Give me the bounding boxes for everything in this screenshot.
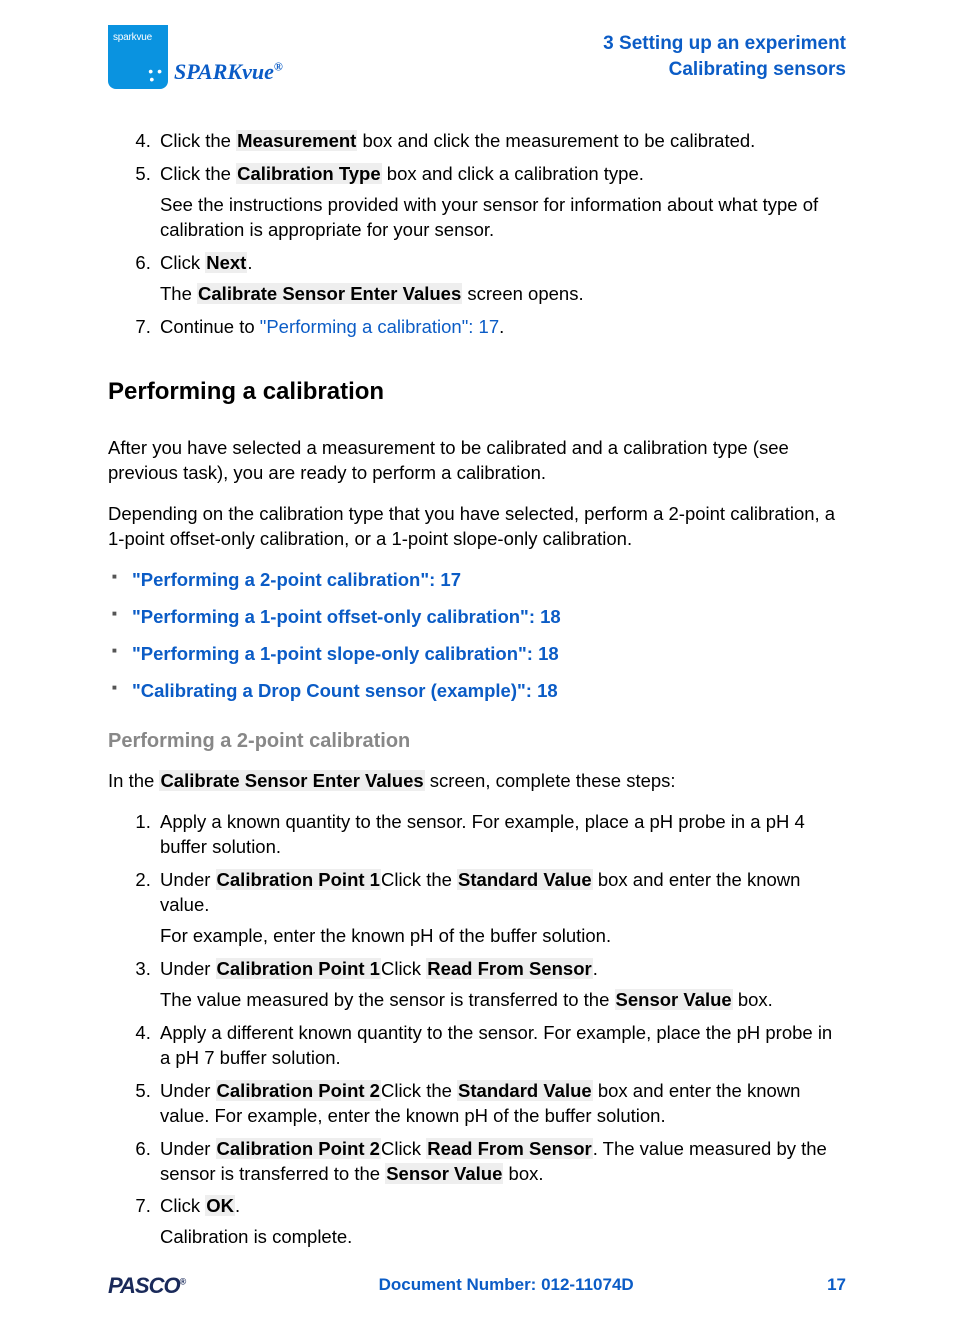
intro-text: screen, complete these steps: <box>425 770 676 791</box>
list-item: Under Calibration Point 2Click Read From… <box>156 1137 846 1187</box>
cross-reference-link[interactable]: "Calibrating a Drop Count sensor (exampl… <box>132 679 846 704</box>
step-text: Click <box>160 1195 205 1216</box>
cross-reference-link[interactable]: "Performing a 2-point calibration": 17 <box>132 568 846 593</box>
body-paragraph: After you have selected a measurement to… <box>108 436 846 486</box>
ui-term: Calibration Point 2 <box>216 1138 381 1159</box>
step-text: Click the <box>381 1080 457 1101</box>
list-item: Apply a known quantity to the sensor. Fo… <box>156 810 846 860</box>
logo-brand-text: sparkvue <box>113 32 152 43</box>
section-heading: Performing a calibration <box>108 376 846 408</box>
ui-term: Sensor Value <box>615 989 733 1010</box>
chapter-title: 3 Setting up an experiment <box>603 31 846 57</box>
page-header: sparkvue • •• SPARKvue® 3 Setting up an … <box>108 25 846 89</box>
intro-text: In the <box>108 770 159 791</box>
step-text: Under <box>160 1080 216 1101</box>
note-text: The value measured by the sensor is tran… <box>160 989 615 1010</box>
ui-term: Next <box>205 252 247 273</box>
ui-term: Read From Sensor <box>426 958 593 979</box>
ui-term: Calibration Point 1 <box>216 869 381 890</box>
ui-term: Standard Value <box>457 1080 593 1101</box>
header-left: sparkvue • •• SPARKvue® <box>108 25 283 89</box>
ui-term: Read From Sensor <box>426 1138 593 1159</box>
step-text: Under <box>160 1138 216 1159</box>
step-text: Under <box>160 958 216 979</box>
header-right: 3 Setting up an experiment Calibrating s… <box>603 25 846 82</box>
two-point-steps-list: Apply a known quantity to the sensor. Fo… <box>108 810 846 1251</box>
xref-list: "Performing a 2-point calibration": 17 "… <box>108 568 846 704</box>
step-note: The Calibrate Sensor Enter Values screen… <box>160 282 846 307</box>
logo-dots-icon: • •• <box>148 67 162 83</box>
ui-term: Calibration Point 2 <box>216 1080 381 1101</box>
product-name-text: SPARKvue <box>174 59 274 84</box>
note-text: box. <box>733 989 773 1010</box>
list-item: Under Calibration Point 2Click the Stand… <box>156 1079 846 1129</box>
step-text: Click the <box>160 130 236 151</box>
body-paragraph: Depending on the calibration type that y… <box>108 502 846 552</box>
cross-reference-link[interactable]: "Performing a calibration": 17 <box>260 316 499 337</box>
cross-reference-link[interactable]: "Performing a 1-point slope-only calibra… <box>132 642 846 667</box>
step-note: The value measured by the sensor is tran… <box>160 988 846 1013</box>
subsection-heading: Performing a 2-point calibration <box>108 728 846 755</box>
section-title: Calibrating sensors <box>603 57 846 83</box>
step-text: . <box>499 316 504 337</box>
list-item: Apply a different known quantity to the … <box>156 1021 846 1071</box>
step-text: Click <box>160 252 205 273</box>
page-number: 17 <box>827 1274 846 1297</box>
list-item: Click the Calibration Type box and click… <box>156 162 846 243</box>
step-note: Calibration is complete. <box>160 1225 846 1250</box>
step-note: For example, enter the known pH of the b… <box>160 924 846 949</box>
step-text: Under <box>160 869 216 890</box>
list-item: Click OK. Calibration is complete. <box>156 1194 846 1250</box>
ui-term: Sensor Value <box>385 1163 503 1184</box>
pasco-text: PASCO <box>108 1273 180 1298</box>
sparkvue-logo-icon: sparkvue • •• <box>108 25 168 89</box>
step-text: Continue to <box>160 316 260 337</box>
step-text: Click <box>381 1138 426 1159</box>
list-item: Under Calibration Point 1Click Read From… <box>156 957 846 1013</box>
ui-term: OK <box>205 1195 235 1216</box>
step-text: Click <box>381 958 426 979</box>
pasco-logo-icon: PASCO® <box>108 1271 185 1301</box>
note-text: The <box>160 283 197 304</box>
product-name: SPARKvue® <box>174 57 283 89</box>
step-text: . <box>235 1195 240 1216</box>
trademark-symbol: ® <box>274 60 283 74</box>
cross-reference-link[interactable]: "Performing a 1-point offset-only calibr… <box>132 605 846 630</box>
step-text: box and click a calibration type. <box>382 163 644 184</box>
list-item: Continue to "Performing a calibration": … <box>156 315 846 340</box>
list-item: Click Next. The Calibrate Sensor Enter V… <box>156 251 846 307</box>
step-text: Click the <box>160 163 236 184</box>
subsection-intro: In the Calibrate Sensor Enter Values scr… <box>108 769 846 794</box>
ui-term: Calibration Point 1 <box>216 958 381 979</box>
step-text: . <box>247 252 252 273</box>
page-footer: PASCO® Document Number: 012-11074D 17 <box>108 1271 846 1301</box>
step-text: box and click the measurement to be cali… <box>357 130 755 151</box>
step-text: . <box>593 958 598 979</box>
step-note: See the instructions provided with your … <box>160 193 846 243</box>
list-item: Under Calibration Point 1Click the Stand… <box>156 868 846 949</box>
ui-term: Calibrate Sensor Enter Values <box>197 283 462 304</box>
ui-term: Measurement <box>236 130 357 151</box>
list-item: Click the Measurement box and click the … <box>156 129 846 154</box>
step-text: Click the <box>381 869 457 890</box>
step-text: box. <box>503 1163 543 1184</box>
ui-term: Standard Value <box>457 869 593 890</box>
note-text: screen opens. <box>462 283 583 304</box>
ui-term: Calibration Type <box>236 163 382 184</box>
ui-term: Calibrate Sensor Enter Values <box>159 770 424 791</box>
document-number: Document Number: 012-11074D <box>379 1274 634 1297</box>
continuation-steps-list: Click the Measurement box and click the … <box>108 129 846 340</box>
